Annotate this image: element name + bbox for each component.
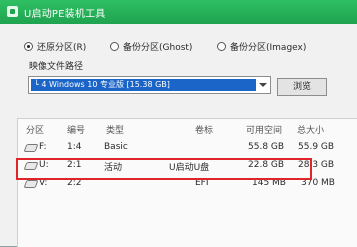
title-bar: U启动PE装机工具 — [0, 0, 357, 24]
header-type: 类型 — [106, 126, 125, 136]
header-total-size: 总大小 — [297, 126, 325, 136]
cell-drive: F: — [39, 142, 47, 152]
radio-dot[interactable] — [110, 42, 119, 51]
chevron-down-icon[interactable] — [259, 83, 267, 87]
backup-ghost-label: 备份分区(Ghost) — [123, 43, 193, 53]
restore-partition-label: 还原分区(R) — [37, 43, 87, 53]
header-free-space: 可用空间 — [246, 126, 283, 136]
drive-icon — [23, 180, 39, 188]
header-label: 卷标 — [195, 126, 214, 136]
image-file-dropdown[interactable]: └ 4 Windows 10 专业版 [15.38 GB] — [28, 76, 271, 94]
cell-free: 55.8 GB — [248, 142, 285, 152]
radio-dot[interactable] — [217, 42, 226, 51]
backup-ghost-radio[interactable]: 备份分区(Ghost) — [110, 40, 192, 53]
browse-button[interactable]: 浏览 — [277, 78, 327, 96]
selection-highlight-box — [16, 158, 312, 180]
table-row[interactable]: F: 1:4 Basic 55.8 GB 55.9 GB — [18, 139, 357, 157]
drive-icon — [23, 144, 39, 152]
mode-radio-group: 还原分区(R) 备份分区(Ghost) 备份分区(Imagex) — [24, 40, 357, 54]
header-number: 编号 — [67, 126, 86, 136]
window-title: U启动PE装机工具 — [24, 9, 106, 20]
image-file-selected: └ 4 Windows 10 专业版 [15.38 GB] — [31, 79, 256, 91]
backup-imagex-label: 备份分区(Imagex) — [230, 43, 307, 53]
backup-imagex-radio[interactable]: 备份分区(Imagex) — [217, 40, 306, 53]
main-panel: 还原分区(R) 备份分区(Ghost) 备份分区(Imagex) 映像文件路径 … — [0, 24, 357, 247]
cell-type: Basic — [104, 142, 128, 152]
image-path-label: 映像文件路径 — [29, 62, 84, 72]
partition-table: 分区 编号 类型 卷标 可用空间 总大小 F: 1:4 Basic 55.8 G… — [17, 118, 357, 247]
radio-dot-checked[interactable] — [24, 42, 33, 51]
cell-total: 55.9 GB — [298, 142, 335, 152]
usb-app-icon — [7, 6, 18, 17]
cell-number: 1:4 — [67, 142, 82, 152]
restore-partition-radio[interactable]: 还原分区(R) — [24, 40, 86, 53]
header-partition: 分区 — [26, 126, 45, 136]
